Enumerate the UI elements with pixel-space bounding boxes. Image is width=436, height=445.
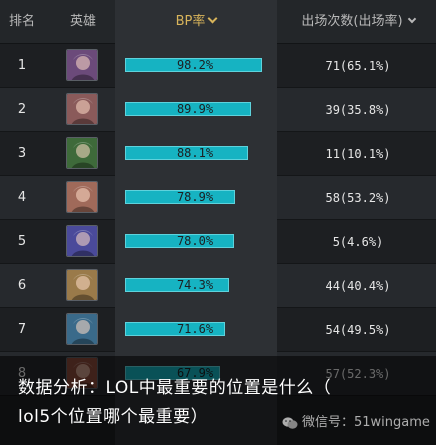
wechat-icon bbox=[282, 416, 298, 429]
pick-count: 44(40.4%) bbox=[325, 279, 391, 293]
watermark-text: 微信号：51wingame bbox=[302, 415, 430, 430]
pick-count: 58(53.2%) bbox=[325, 191, 391, 205]
champion-portrait-icon[interactable] bbox=[66, 93, 98, 125]
pick-count: 39(35.8%) bbox=[325, 103, 391, 117]
table-header: 排名 英雄 BP率 出场次数(出场率) bbox=[0, 0, 436, 44]
rank-number: 6 bbox=[17, 278, 27, 293]
article-title-overlay: 数据分析：LOL中最重要的位置是什么（ lol5个位置哪个最重要） bbox=[0, 356, 436, 445]
champion-portrait-icon[interactable] bbox=[66, 137, 98, 169]
champion-portrait-icon[interactable] bbox=[66, 313, 98, 345]
pick-count: 71(65.1%) bbox=[325, 59, 391, 73]
pick-count: 5(4.6%) bbox=[332, 235, 384, 249]
pick-count: 54(49.5%) bbox=[325, 323, 391, 337]
champion-portrait-icon[interactable] bbox=[66, 49, 98, 81]
bp-rate-value: 89.9% bbox=[176, 102, 214, 116]
rank-number: 4 bbox=[17, 190, 27, 205]
ranking-table: 排名 英雄 BP率 出场次数(出场率) 1 98.2% 71(65.1%) 2 89.9… bbox=[0, 0, 436, 445]
header-bp-rate[interactable]: BP率 bbox=[115, 0, 277, 44]
chevron-down-icon bbox=[407, 14, 416, 24]
bp-rate-cell: 78.0% bbox=[115, 220, 277, 264]
table-row[interactable]: 7 71.6% 54(49.5%) bbox=[0, 308, 436, 352]
bp-rate-cell: 89.9% bbox=[115, 88, 277, 132]
rank-number: 7 bbox=[17, 322, 27, 337]
header-hero[interactable]: 英雄 bbox=[58, 0, 108, 44]
header-picks-label: 出场次数(出场率) bbox=[301, 14, 403, 29]
champion-portrait-icon[interactable] bbox=[66, 269, 98, 301]
champion-portrait-icon[interactable] bbox=[66, 225, 98, 257]
header-bp-label: BP率 bbox=[175, 14, 206, 29]
rank-number: 2 bbox=[17, 102, 27, 117]
champion-portrait-icon[interactable] bbox=[66, 181, 98, 213]
bp-rate-cell: 71.6% bbox=[115, 308, 277, 352]
watermark: 微信号：51wingame bbox=[282, 411, 430, 430]
table-row[interactable]: 3 88.1% 11(10.1%) bbox=[0, 132, 436, 176]
rank-number: 3 bbox=[17, 146, 27, 161]
bp-rate-value: 71.6% bbox=[176, 322, 214, 336]
bp-rate-value: 78.0% bbox=[176, 234, 214, 248]
table-row[interactable]: 1 98.2% 71(65.1%) bbox=[0, 44, 436, 88]
table-row[interactable]: 6 74.3% 44(40.4%) bbox=[0, 264, 436, 308]
table-row[interactable]: 5 78.0% 5(4.6%) bbox=[0, 220, 436, 264]
bp-rate-cell: 88.1% bbox=[115, 132, 277, 176]
pick-count: 11(10.1%) bbox=[325, 147, 391, 161]
bp-rate-value: 88.1% bbox=[176, 146, 214, 160]
bp-rate-value: 98.2% bbox=[176, 58, 214, 72]
bp-rate-cell: 74.3% bbox=[115, 264, 277, 308]
bp-rate-cell: 98.2% bbox=[115, 44, 277, 88]
bp-rate-cell: 78.9% bbox=[115, 176, 277, 220]
rank-number: 5 bbox=[17, 234, 27, 249]
bp-rate-value: 78.9% bbox=[176, 190, 214, 204]
chevron-down-icon bbox=[207, 13, 218, 24]
article-title-line-2: lol5个位置哪个最重要） bbox=[18, 407, 209, 427]
table-row[interactable]: 2 89.9% 39(35.8%) bbox=[0, 88, 436, 132]
bp-rate-value: 74.3% bbox=[176, 278, 214, 292]
header-picks[interactable]: 出场次数(出场率) bbox=[280, 0, 436, 44]
article-title-line-1: 数据分析：LOL中最重要的位置是什么（ bbox=[18, 378, 332, 398]
rank-number: 1 bbox=[17, 58, 27, 73]
table-row[interactable]: 4 78.9% 58(53.2%) bbox=[0, 176, 436, 220]
header-rank[interactable]: 排名 bbox=[0, 0, 44, 44]
